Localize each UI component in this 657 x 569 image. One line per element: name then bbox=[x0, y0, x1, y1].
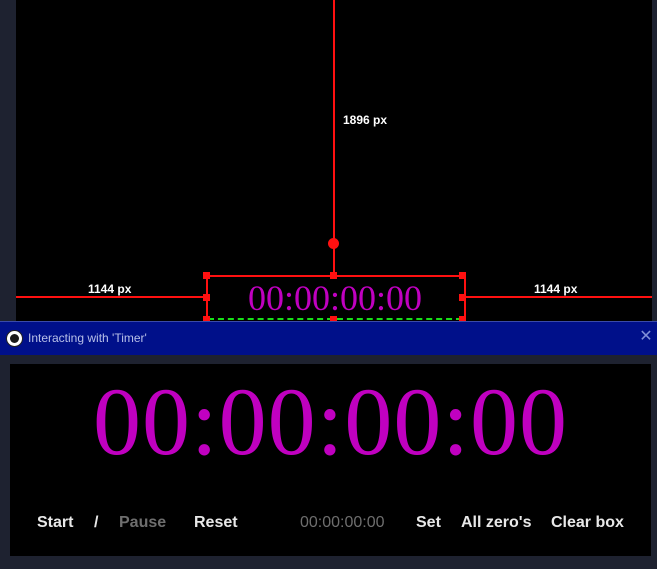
window-title: Interacting with 'Timer' bbox=[28, 331, 147, 345]
window-titlebar[interactable]: Interacting with 'Timer' ✕ bbox=[0, 321, 657, 355]
resize-handle-top-right[interactable] bbox=[459, 272, 466, 279]
set-button[interactable]: Set bbox=[416, 514, 441, 532]
right-distance-guide bbox=[464, 296, 652, 298]
right-distance-label: 1144 px bbox=[534, 282, 578, 296]
resize-handle-left[interactable] bbox=[203, 294, 210, 301]
resize-handle-top[interactable] bbox=[330, 272, 337, 279]
start-button[interactable]: Start bbox=[37, 514, 73, 532]
left-distance-label: 1144 px bbox=[88, 282, 132, 296]
top-distance-guide bbox=[333, 0, 335, 240]
left-distance-guide bbox=[16, 296, 206, 298]
pause-button[interactable]: Pause bbox=[119, 514, 166, 532]
time-input-field[interactable]: 00:00:00:00 bbox=[300, 514, 385, 532]
resize-handle-top-left[interactable] bbox=[203, 272, 210, 279]
top-distance-label: 1896 px bbox=[343, 113, 388, 127]
close-icon[interactable]: ✕ bbox=[638, 328, 654, 346]
clear-box-button[interactable]: Clear box bbox=[551, 514, 624, 532]
preview-timer-text: 00:00:00:00 bbox=[247, 278, 422, 318]
obs-logo-icon bbox=[6, 330, 23, 347]
timer-display: 00:00:00:00 bbox=[92, 368, 568, 475]
all-zeros-button[interactable]: All zero's bbox=[461, 514, 532, 532]
reset-button[interactable]: Reset bbox=[194, 514, 238, 532]
timer-panel: 00:00:00:00 Start / Pause Reset 00:00:00… bbox=[10, 364, 651, 556]
start-pause-separator: / bbox=[94, 514, 99, 531]
guide-stub bbox=[333, 248, 335, 275]
preview-canvas[interactable]: 1896 px 1144 px 1144 px 00:00:00:00 bbox=[16, 0, 652, 321]
resize-handle-right[interactable] bbox=[459, 294, 466, 301]
